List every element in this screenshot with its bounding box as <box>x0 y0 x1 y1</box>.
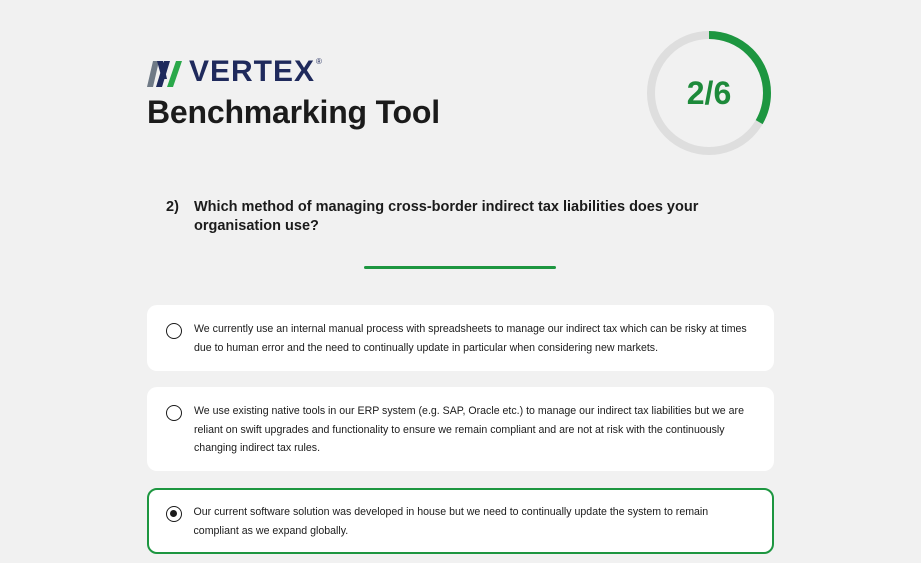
question: 2) Which method of managing cross-border… <box>166 198 746 236</box>
answer-option-text: Our current software solution was develo… <box>193 506 709 537</box>
registered-mark: ® <box>316 56 322 66</box>
brand-name: VERTEX <box>189 55 316 88</box>
answer-option-3[interactable]: Our current software solution was develo… <box>147 488 774 554</box>
radio-selected-dot <box>169 510 177 517</box>
question-divider <box>364 266 556 269</box>
vertex-logo-icon <box>147 61 182 87</box>
answer-option-text: We use existing native tools in our ERP … <box>194 405 744 454</box>
vertex-logo: VERTEX ® <box>147 57 322 87</box>
page-title: Benchmarking Tool <box>147 94 440 130</box>
answer-option-text: We currently use an internal manual proc… <box>194 323 747 354</box>
progress-label: 2/6 <box>686 74 732 111</box>
radio-button-3-selected[interactable] <box>165 506 182 522</box>
radio-button-1[interactable] <box>166 323 182 339</box>
question-number: 2) <box>166 199 179 215</box>
progress-ring: 2/6 <box>644 28 774 158</box>
question-text: Which method of managing cross-border in… <box>194 199 699 234</box>
radio-button-2[interactable] <box>166 405 182 421</box>
answer-option-2[interactable]: We use existing native tools in our ERP … <box>147 387 774 471</box>
answer-option-1[interactable]: We currently use an internal manual proc… <box>147 305 774 371</box>
